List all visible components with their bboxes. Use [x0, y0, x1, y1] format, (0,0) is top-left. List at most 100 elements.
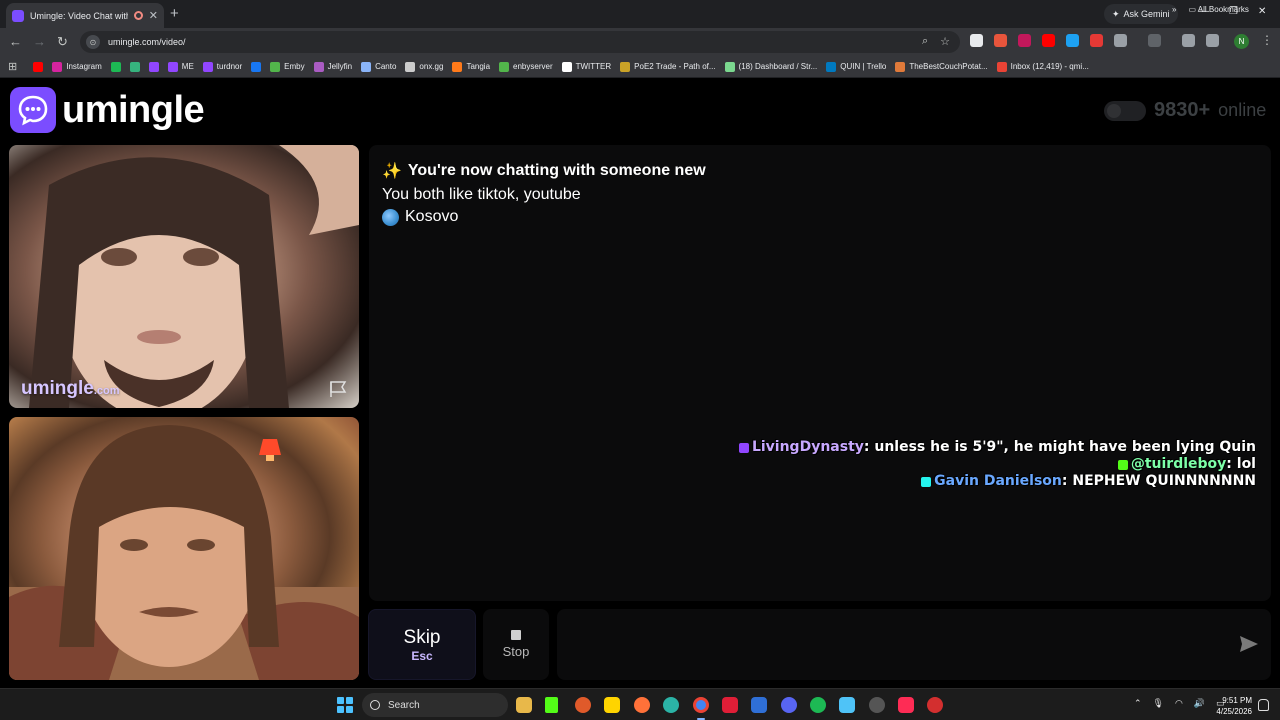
bookmark-item[interactable] — [129, 61, 140, 72]
overlay-username: Gavin Danielson — [934, 473, 1062, 489]
clock-time: 9:51 PM — [1222, 696, 1252, 705]
basketball-app-icon[interactable] — [575, 697, 591, 713]
url-text[interactable]: umingle.com/video/ — [108, 37, 186, 47]
bookmark-favicon-icon — [724, 61, 735, 72]
zoom-icon[interactable]: ⌕ — [922, 35, 928, 48]
bookmark-item[interactable]: (18) Dashboard / Str... — [724, 61, 817, 72]
outlook-icon[interactable] — [751, 697, 767, 713]
windows-start-icon[interactable] — [337, 697, 353, 713]
bookmark-item[interactable] — [33, 61, 44, 72]
creative-cloud-icon[interactable] — [927, 697, 943, 713]
bookmark-item[interactable]: Inbox (12,419) - qmi... — [996, 61, 1089, 72]
bookmark-item[interactable]: onx.gg — [405, 61, 444, 72]
extensions-puzzle-icon[interactable] — [1114, 34, 1127, 47]
stop-button[interactable]: Stop — [483, 609, 549, 680]
umingle-logo[interactable]: umingle — [10, 87, 205, 133]
discord-icon[interactable] — [781, 697, 797, 713]
windows-taskbar: Search ⌃ 🎙 ◠ 🔊 ▭ 9:51 PM 4/25/2026 — [0, 688, 1280, 720]
reload-icon[interactable]: ↻ — [57, 34, 68, 50]
apps-grid-icon[interactable]: ⊞ — [8, 60, 17, 73]
new-tab-icon[interactable]: + — [170, 5, 179, 22]
message-input[interactable] — [567, 609, 1217, 680]
bookmark-item[interactable]: Emby — [270, 61, 305, 72]
bookmark-item[interactable]: ME — [167, 61, 194, 72]
browser-menu-icon[interactable]: ⋮ — [1261, 33, 1273, 47]
site-info-icon[interactable]: ⊙ — [86, 35, 100, 49]
recording-indicator-icon — [133, 11, 143, 20]
self-video — [9, 417, 359, 680]
volume-icon[interactable]: 🔊 — [1194, 698, 1205, 709]
sticky-notes-icon[interactable] — [604, 697, 620, 713]
wifi-icon[interactable]: ◠ — [1175, 698, 1183, 709]
shared-interests-text: You both like tiktok, youtube — [382, 186, 581, 203]
bookmark-item[interactable] — [110, 61, 121, 72]
skip-button[interactable]: Skip Esc — [368, 609, 476, 680]
bookmark-item[interactable]: Jellyfin — [313, 61, 353, 72]
theme-toggle[interactable] — [1104, 100, 1146, 121]
umingle-watermark: umingle.com — [21, 378, 120, 400]
address-bar[interactable]: ⊙ umingle.com/video/ ⌕ ☆ — [80, 31, 960, 53]
skip-label: Skip — [403, 626, 441, 648]
extension-record-icon[interactable] — [1018, 34, 1031, 47]
notepad-icon[interactable] — [839, 697, 855, 713]
online-indicator: 9830+ online — [1104, 99, 1266, 122]
bookmark-label: TheBestCouchPotat... — [909, 62, 988, 71]
chevron-right-icon[interactable]: » — [1172, 5, 1176, 14]
bookmark-item[interactable]: QUIN | Trello — [826, 61, 886, 72]
bookmark-favicon-icon — [826, 61, 837, 72]
bookmark-item[interactable]: Canto — [361, 61, 396, 72]
bookmark-item[interactable] — [251, 61, 262, 72]
obs-icon[interactable] — [869, 697, 885, 713]
bookmark-label: Jellyfin — [327, 62, 353, 71]
bookmark-favicon-icon — [996, 61, 1007, 72]
bookmark-item[interactable]: PoE2 Trade - Path of... — [620, 61, 716, 72]
bookmark-item[interactable]: Tangia — [452, 61, 490, 72]
download-icon[interactable] — [1182, 34, 1195, 47]
extension-translate-icon[interactable] — [1066, 34, 1079, 47]
report-flag-icon[interactable] — [329, 380, 349, 398]
file-explorer-icon[interactable] — [516, 697, 532, 713]
all-bookmarks-folder[interactable]: ▭ All Bookmarks — [1188, 5, 1248, 14]
bookmark-item[interactable]: turdnor — [202, 61, 242, 72]
send-icon[interactable] — [1239, 635, 1259, 653]
browser-tab[interactable]: Umingle: Video Chat with S ✕ — [6, 3, 164, 28]
opera-icon[interactable] — [722, 697, 738, 713]
tray-overflow-icon[interactable]: ⌃ — [1134, 698, 1142, 709]
system-clock[interactable]: 9:51 PM 4/25/2026 — [1210, 695, 1252, 717]
bookmark-favicon-icon — [129, 61, 140, 72]
notification-bell-icon[interactable] — [1258, 699, 1269, 711]
overlay-chat-message: @tuirdleboy: lol — [739, 456, 1256, 473]
microphone-icon[interactable]: 🎙 — [1153, 698, 1164, 709]
platform-badge-icon — [921, 476, 932, 487]
taskbar-search[interactable]: Search — [362, 693, 508, 717]
bookmark-item[interactable]: TWITTER — [561, 61, 611, 72]
tiktok-icon[interactable] — [898, 697, 914, 713]
extension-k-icon[interactable] — [970, 34, 983, 47]
edge-icon[interactable] — [663, 697, 679, 713]
chrome-icon[interactable] — [693, 697, 709, 713]
back-arrow-icon[interactable]: ← — [9, 34, 22, 49]
extension-fox-icon[interactable] — [994, 34, 1007, 47]
close-tab-icon[interactable]: ✕ — [149, 9, 158, 22]
firefox-icon[interactable] — [634, 697, 650, 713]
tab-search-icon[interactable] — [1148, 34, 1161, 47]
kick-app-icon[interactable] — [545, 697, 558, 713]
forward-arrow-icon[interactable]: → — [33, 34, 46, 49]
close-window-icon[interactable]: ✕ — [1258, 6, 1266, 17]
spotify-icon[interactable] — [810, 697, 826, 713]
ask-gemini-button[interactable]: ✦ Ask Gemini — [1104, 4, 1178, 24]
bookmark-star-icon[interactable]: ☆ — [940, 35, 950, 48]
extension-red-icon[interactable] — [1090, 34, 1103, 47]
bookmark-item[interactable]: TheBestCouchPotat... — [895, 61, 988, 72]
bookmark-label: onx.gg — [419, 62, 444, 71]
profile-avatar[interactable]: N — [1234, 34, 1249, 49]
media-control-icon[interactable] — [1206, 34, 1219, 47]
bookmark-favicon-icon — [110, 61, 121, 72]
bookmarks-overflow: » ▭ All Bookmarks — [1172, 5, 1249, 14]
extension-youtube-icon[interactable] — [1042, 34, 1055, 47]
bookmark-item[interactable]: enbyserver — [499, 61, 553, 72]
bookmark-item[interactable] — [148, 61, 159, 72]
bookmark-item[interactable]: Instagram — [52, 61, 102, 72]
stop-square-icon — [511, 630, 521, 640]
overlay-message-text: : NEPHEW QUINNNNNNN — [1061, 473, 1256, 489]
